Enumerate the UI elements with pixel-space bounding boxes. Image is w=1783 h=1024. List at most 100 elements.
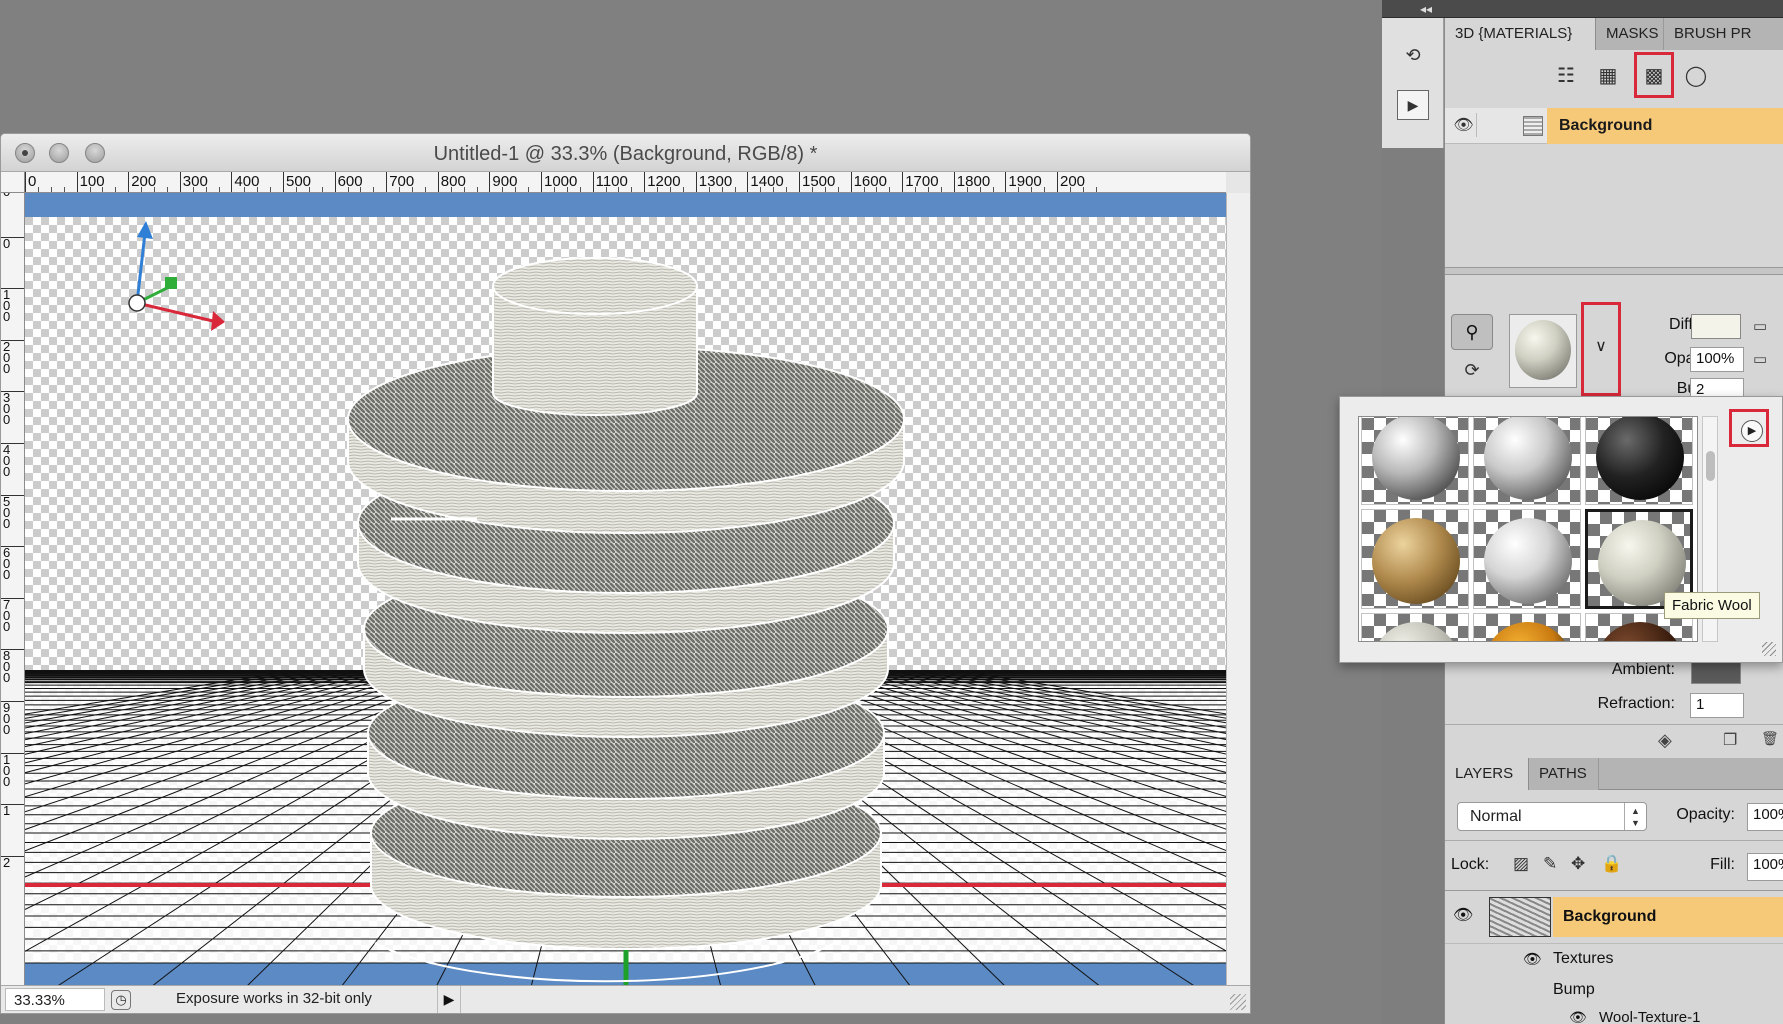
eye-icon[interactable]: 👁	[1523, 950, 1542, 968]
ruler-minor-tick	[399, 187, 401, 192]
ruler-minor-tick	[824, 187, 826, 192]
ruler-minor-tick	[940, 187, 942, 192]
scene-list-row[interactable]: 👁 Background	[1445, 108, 1783, 144]
lock-image-icon[interactable]: ✎	[1543, 854, 1557, 874]
layer-row[interactable]: 👁 Background	[1445, 891, 1783, 943]
scene-icon[interactable]: ☷	[1549, 58, 1583, 92]
zoom-level-field[interactable]: 33.33%	[5, 988, 105, 1011]
ruler-tick-label: 800	[1, 649, 24, 684]
ruler-minor-tick	[734, 187, 736, 192]
ruler-minor-tick	[412, 187, 413, 192]
ruler-tick-label: 900	[489, 172, 517, 192]
layer-effect-row[interactable]: 👁 Textures	[1445, 943, 1783, 975]
lock-all-icon[interactable]: 🔒	[1601, 854, 1622, 874]
layer-name-background[interactable]: Background	[1553, 897, 1783, 937]
material-swatch-4[interactable]	[1361, 509, 1469, 609]
ruler-minor-tick	[450, 187, 452, 192]
refraction-label: Refraction:	[1597, 695, 1675, 712]
material-tool-rotate-icon[interactable]: ⟳	[1451, 355, 1493, 385]
ruler-minor-tick	[463, 187, 465, 192]
document-titlebar[interactable]: Untitled-1 @ 33.3% (Background, RGB/8) *	[1, 134, 1250, 172]
panel-splitter[interactable]	[1445, 267, 1783, 275]
mesh-icon[interactable]: ▦	[1591, 58, 1625, 92]
ruler-tick-label: 1000	[541, 172, 577, 192]
fill-field[interactable]: 100%	[1747, 853, 1783, 881]
status-message: Exposure works in 32-bit only	[176, 990, 372, 1007]
ruler-minor-tick	[141, 187, 143, 192]
ruler-tick-label: 1700	[902, 172, 939, 192]
window-resize-grip[interactable]	[1230, 994, 1246, 1010]
layer-opacity-field[interactable]: 100%	[1747, 803, 1783, 831]
ruler-tick-label: 1600	[850, 172, 887, 192]
document-canvas[interactable]	[25, 193, 1228, 987]
ruler-minor-tick	[670, 187, 671, 192]
material-opacity-field[interactable]: 100%	[1690, 347, 1744, 372]
material-ball	[1596, 417, 1684, 500]
ruler-tick-label: 500	[1, 494, 24, 530]
material-swatch-1[interactable]	[1361, 417, 1469, 505]
refraction-field[interactable]: 1	[1690, 693, 1744, 718]
ruler-minor-tick	[218, 187, 220, 192]
lock-transparency-icon[interactable]: ▨	[1513, 854, 1529, 874]
eye-icon[interactable]: 👁	[1453, 905, 1473, 925]
ruler-minor-tick	[257, 187, 259, 192]
ruler-tick-label: 100	[1, 752, 24, 788]
diffuse-color-swatch[interactable]	[1691, 314, 1741, 339]
ruler-minor-tick	[1018, 187, 1020, 192]
tab-brush-presets[interactable]: BRUSH PR	[1664, 18, 1783, 50]
opacity-texture-menu-icon[interactable]: ▭	[1753, 350, 1767, 368]
tab-3d-materials[interactable]: 3D {MATERIALS}	[1445, 18, 1596, 50]
picker-resize-grip[interactable]	[1762, 642, 1776, 656]
3d-rotate-icon[interactable]: ⟲	[1397, 40, 1429, 70]
ruler-minor-tick	[1069, 187, 1071, 192]
ruler-minor-tick	[618, 187, 620, 192]
eye-icon[interactable]: 👁	[1451, 113, 1477, 137]
status-info-icon[interactable]: ◷	[111, 990, 131, 1010]
picker-scroll-thumb[interactable]	[1706, 451, 1715, 481]
ruler-tick-label: 1400	[747, 172, 784, 192]
flyout-menu-icon[interactable]: ▶	[1741, 420, 1763, 442]
light-bulb-icon[interactable]: ◯	[1679, 58, 1713, 92]
status-menu-arrow-icon[interactable]: ▶	[437, 986, 461, 1013]
vertical-ruler[interactable]: 0 0 100 200 300 400 500 600 700 800 900 100 1 2	[1, 193, 25, 985]
vertical-scrollbar[interactable]	[1226, 193, 1250, 985]
panel-dock-header	[1382, 0, 1783, 18]
gizmo-x-arrow	[211, 311, 225, 331]
tab-masks[interactable]: MASKS	[1596, 18, 1664, 50]
ruler-minor-tick	[360, 187, 362, 192]
tab-layers[interactable]: LAYERS	[1445, 758, 1529, 790]
ruler-minor-tick	[1044, 187, 1046, 192]
picker-menu-button[interactable]: ▶	[1729, 409, 1769, 447]
visibility-toggle-icon[interactable]: ◈	[1658, 730, 1672, 751]
material-tool-select-icon[interactable]: ⚲	[1451, 314, 1493, 350]
delete-material-icon[interactable]: 🗑	[1761, 730, 1779, 747]
ruler-tick-label: 1	[1, 804, 24, 817]
ruler-minor-tick	[50, 187, 52, 192]
material-swatch-5[interactable]	[1473, 509, 1581, 609]
horizontal-ruler[interactable]: 0 100 200 300 400 500 600 700 800 900 1000 1100 1200…	[25, 172, 1226, 193]
ruler-origin[interactable]	[1, 172, 25, 193]
eye-icon[interactable]: 👁	[1569, 1009, 1587, 1024]
material-swatch-8[interactable]	[1473, 613, 1581, 641]
ruler-minor-tick	[773, 187, 775, 192]
ruler-tick-label: 0	[1, 193, 24, 198]
blend-mode-select[interactable]: Normal ▲ ▼	[1457, 802, 1647, 831]
materials-panel-tabs: 3D {MATERIALS} MASKS BRUSH PR	[1445, 18, 1783, 50]
tab-paths[interactable]: PATHS	[1529, 758, 1599, 790]
material-swatch-7[interactable]	[1361, 613, 1469, 641]
ruler-tick-label: 1900	[1005, 172, 1042, 192]
materials-icon[interactable]: ▩	[1634, 52, 1674, 98]
3d-viewport[interactable]	[25, 193, 1228, 987]
material-swatch-3[interactable]	[1585, 417, 1693, 505]
layer-effect-row[interactable]: 👁 Wool-Texture-1	[1445, 1007, 1783, 1024]
layer-opacity-label: Opacity:	[1676, 806, 1735, 823]
diffuse-texture-menu-icon[interactable]: ▭	[1753, 317, 1767, 335]
layer-effect-row[interactable]: Bump	[1445, 975, 1783, 1007]
lock-position-icon[interactable]: ✥	[1571, 854, 1585, 874]
material-swatch-2[interactable]	[1473, 417, 1581, 505]
new-material-icon[interactable]: ❐	[1723, 730, 1737, 750]
play-icon[interactable]: ▶	[1397, 90, 1429, 120]
collapse-panels-icon[interactable]: ◂◂	[1420, 0, 1432, 18]
material-preview[interactable]	[1509, 314, 1577, 388]
layer-effect-label: Bump	[1553, 981, 1595, 998]
